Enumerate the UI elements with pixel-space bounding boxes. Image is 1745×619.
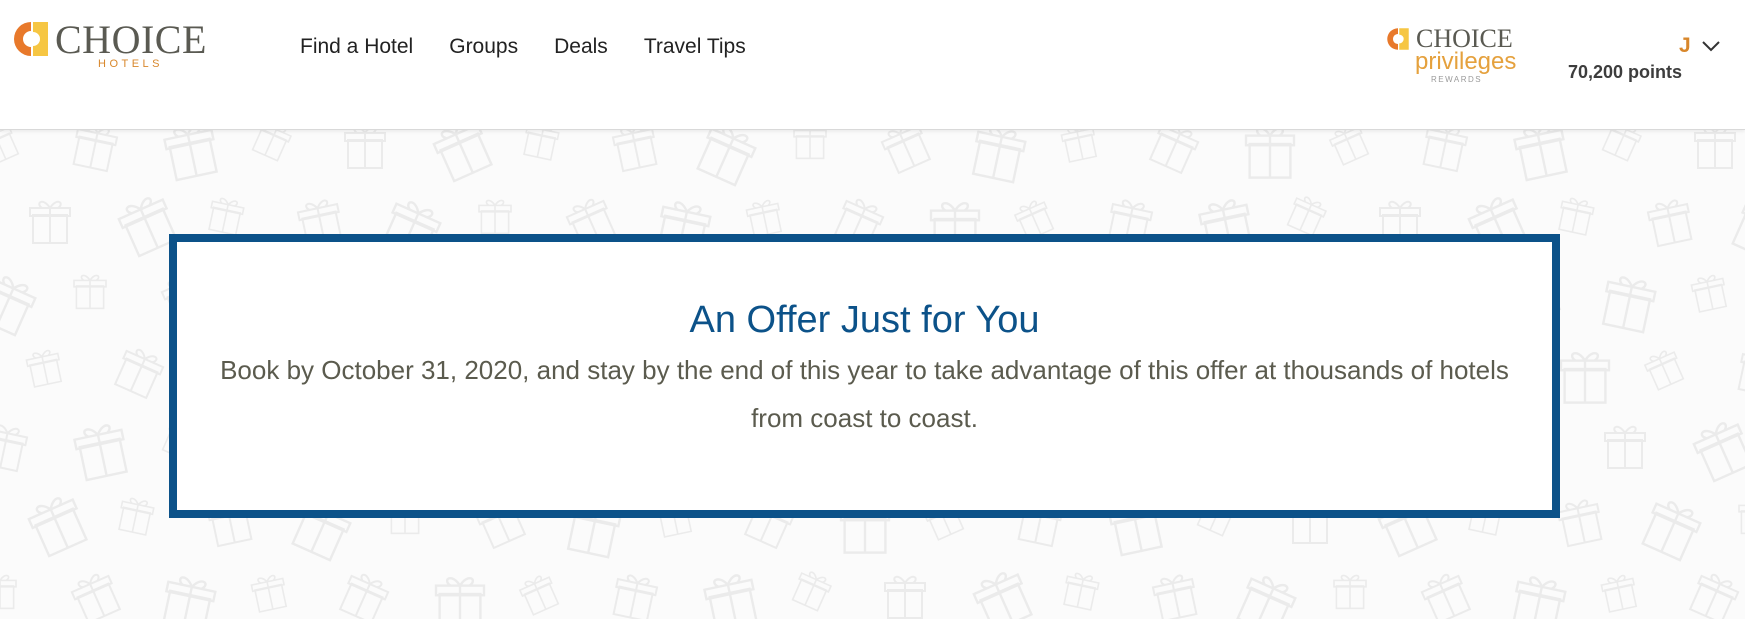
gift-icon [478,199,512,235]
gift-icon [1601,130,1643,162]
user-initial[interactable]: J [1679,34,1691,58]
gift-icon [72,130,119,173]
nav-deals[interactable]: Deals [554,34,608,60]
site-header: CHOICE HOTELS Find a Hotel Groups Deals … [0,0,1745,130]
gift-icon [73,274,107,310]
offer-box: An Offer Just for You Book by October 31… [169,234,1560,518]
nav-travel-tips[interactable]: Travel Tips [644,34,746,60]
offer-title: An Offer Just for You [689,299,1040,341]
gift-icon [1604,425,1646,469]
gift-icon [1692,422,1745,483]
main-nav: Find a Hotel Groups Deals Travel Tips [300,34,782,60]
nav-find-a-hotel[interactable]: Find a Hotel [300,34,413,60]
choice-privileges-logo[interactable]: CHOICE privileges REWARDS [1386,24,1521,85]
gift-icon [1151,574,1198,619]
gift-icon [338,573,390,619]
gift-icon [1601,276,1657,334]
gift-icon [612,574,659,619]
offer-description: Book by October 31, 2020, and stay by th… [220,355,1509,433]
gift-icon [29,200,71,244]
logo-wordmark: CHOICE [55,17,207,62]
gift-icon [1694,130,1736,169]
gift-icon [70,573,122,619]
gift-icon [1688,573,1740,619]
gift-icon [611,130,658,173]
gift-icon [1641,501,1702,562]
gift-icon [1286,196,1328,237]
rewards-label: REWARDS [1431,75,1483,84]
privileges-label: privileges [1415,48,1517,75]
gift-icon [1328,130,1370,166]
gift-icon [1236,576,1297,619]
gift-icon [1731,202,1745,262]
gift-icon [163,130,219,182]
gift-icon [1422,130,1469,173]
gift-icon [523,130,560,161]
gift-icon [518,575,560,616]
nav-groups[interactable]: Groups [449,34,518,60]
gift-icon [432,130,494,183]
gift-icon [251,130,293,162]
gift-icon [1063,572,1100,611]
gift-icon [208,197,245,236]
choice-privileges-mark-icon [1387,28,1409,50]
gift-icon [1600,574,1638,613]
gift-icon [1244,130,1296,179]
gift-icon [118,497,155,536]
gift-icon [884,575,926,619]
gift-icon [1690,274,1728,313]
gift-icon [1738,504,1745,535]
gift-icon [161,576,217,619]
gift-icon [0,130,20,166]
gift-icon [880,130,932,175]
gift-icon [73,424,129,482]
gift-icon [1060,130,1098,163]
gift-icon [1558,197,1595,236]
gift-icon [1333,574,1367,610]
choice-hotels-logo[interactable]: CHOICE HOTELS [12,17,217,74]
gift-icon [971,130,1027,184]
gift-icon [27,497,89,558]
choice-logo-mark-icon [14,22,48,56]
gift-icon [1559,352,1611,404]
gift-icon [434,577,486,619]
gift-icon [0,276,37,337]
gift-icon [1511,576,1567,619]
gift-icon [250,574,288,613]
gift-icon [344,130,386,169]
gift-icon [1646,199,1693,248]
gift-icon [0,424,29,473]
gift-icon [1513,130,1569,182]
gift-icon [745,199,783,238]
gift-icon [25,349,63,388]
gift-icon [1643,350,1685,391]
gift-icon [1148,130,1200,175]
gift-icon [1556,499,1603,548]
logo-subtitle: HOTELS [98,58,164,70]
gift-icon [703,574,759,619]
gift-icon [793,130,827,160]
gift-icon [1420,573,1472,619]
gift-icon [0,574,17,610]
gift-icon [972,572,1034,619]
gift-icon [696,130,757,187]
gift-icon [1737,352,1745,398]
chevron-down-icon[interactable] [1700,36,1722,56]
gift-icon [113,348,165,400]
points-balance[interactable]: 70,200 points [1568,62,1682,83]
gift-icon [791,571,833,612]
